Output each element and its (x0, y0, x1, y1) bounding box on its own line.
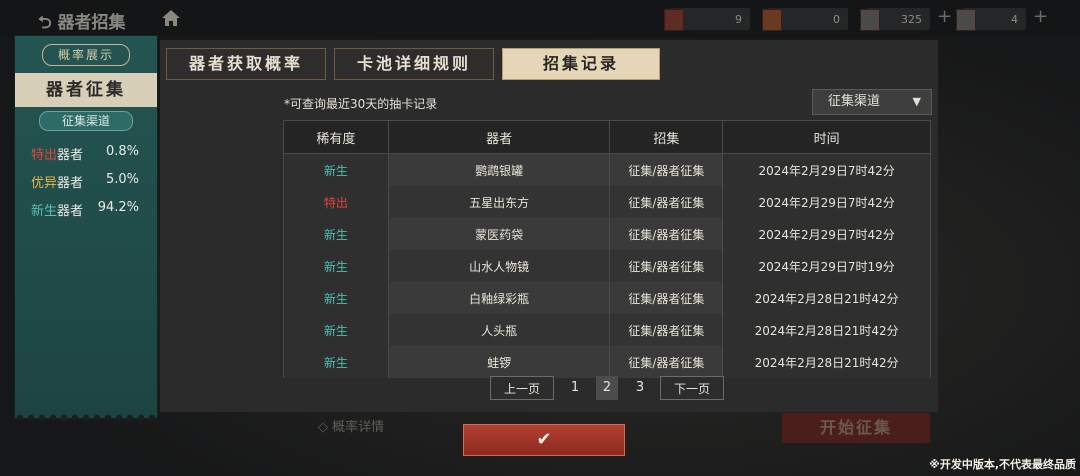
add-gem-button[interactable]: + (1033, 6, 1048, 27)
rate-percent: 5.0% (105, 172, 139, 187)
rate-row: 特出器者 0.8% (31, 144, 151, 164)
channel-select[interactable]: 征集渠道 ▼ (812, 89, 932, 115)
item-cell: 鹦鹉银罐 (387, 153, 611, 186)
table-row: 新生 人头瓶 征集/器者征集 2024年2月28日21时42分 (283, 314, 931, 346)
rarity-suffix: 器者 (57, 148, 84, 163)
back-arrow-icon: ⮌ (38, 13, 52, 33)
page-3-button[interactable]: 3 (629, 376, 651, 400)
rarity-label: 优异 (31, 176, 58, 191)
time-cell: 2024年2月29日7时42分 (722, 218, 931, 250)
rarity-suffix: 器者 (57, 176, 84, 191)
page-2-button[interactable]: 2 (596, 376, 618, 400)
resource-gem: 4 (956, 8, 1026, 31)
source-cell: 征集/器者征集 (609, 250, 724, 282)
ticket-edge (15, 414, 157, 422)
time-cell: 2024年2月28日21时42分 (722, 314, 931, 346)
table-row: 新生 蛙锣 征集/器者征集 2024年2月28日21时42分 (283, 346, 931, 378)
probability-tag: 概率展示 (42, 44, 130, 66)
rate-details-button[interactable]: ◇ 概率详情 (318, 416, 384, 435)
column-header-time: 时间 (722, 120, 931, 154)
checkmark-icon: ✔ (536, 429, 552, 450)
panel-title: 器者征集 (15, 73, 157, 107)
records-note: *可查询最近30天的抽卡记录 (284, 97, 438, 111)
prev-page-button[interactable]: 上一页 (490, 376, 554, 400)
column-header-item: 器者 (387, 120, 611, 154)
item-cell: 蒙医药袋 (387, 218, 611, 250)
wine-jar-icon (762, 9, 782, 31)
item-cell: 山水人物镜 (387, 250, 611, 282)
gem-icon (956, 9, 976, 31)
rate-percent: 94.2% (97, 200, 139, 215)
table-row: 新生 山水人物镜 征集/器者征集 2024年2月29日7时19分 (283, 250, 931, 282)
channel-badge: 征集渠道 (39, 111, 133, 131)
column-header-source: 招集 (609, 120, 724, 154)
top-bar: ⮌ 器者招集 9 0 325 + 4 + (0, 0, 1080, 38)
column-header-rarity: 稀有度 (283, 120, 389, 154)
rarity-cell: 特出 (283, 186, 389, 218)
table-row: 特出 五星出东方 征集/器者征集 2024年2月29日7时42分 (283, 186, 931, 218)
item-cell: 白釉绿彩瓶 (387, 282, 611, 314)
table-header-row: 稀有度 器者 招集 时间 (283, 120, 931, 154)
records-dialog: 器者获取概率 卡池详细规则 招集记录 *可查询最近30天的抽卡记录 征集渠道 ▼… (160, 40, 938, 412)
rarity-cell: 新生 (283, 282, 389, 314)
rarity-label: 新生 (31, 204, 58, 219)
chevron-down-icon: ▼ (912, 95, 921, 108)
time-cell: 2024年2月28日21时42分 (722, 346, 931, 378)
item-cell: 五星出东方 (387, 186, 611, 218)
records-table: 稀有度 器者 招集 时间 新生 鹦鹉银罐 征集/器者征集 2024年2月29日7时42… (283, 120, 931, 378)
rate-details-label: 概率详情 (332, 420, 385, 435)
source-cell: 征集/器者征集 (609, 346, 724, 378)
resource-ticket: 9 (664, 8, 750, 31)
time-cell: 2024年2月28日21时42分 (722, 282, 931, 314)
source-cell: 征集/器者征集 (609, 218, 724, 250)
source-cell: 征集/器者征集 (609, 314, 724, 346)
rarity-cell: 新生 (283, 250, 389, 282)
rarity-cell: 新生 (283, 153, 389, 186)
rarity-label: 特出 (31, 148, 58, 163)
source-cell: 征集/器者征集 (609, 186, 724, 218)
resource-coin: 325 (860, 8, 930, 31)
add-coin-button[interactable]: + (937, 6, 952, 27)
next-page-button[interactable]: 下一页 (660, 376, 724, 400)
tab-rules[interactable]: 卡池详细规则 (334, 48, 494, 80)
back-label: 器者招集 (57, 13, 126, 33)
disclaimer: ※开发中版本,不代表最终品质 (929, 458, 1076, 471)
table-row: 新生 白釉绿彩瓶 征集/器者征集 2024年2月28日21时42分 (283, 282, 931, 314)
probability-panel: 概率展示 器者征集 征集渠道 特出器者 0.8% 优异器者 5.0% 新生器者 … (14, 35, 158, 422)
item-cell: 蛙锣 (387, 346, 611, 378)
rate-row: 优异器者 5.0% (31, 172, 151, 192)
time-cell: 2024年2月29日7时42分 (722, 186, 931, 218)
tab-probability[interactable]: 器者获取概率 (166, 48, 326, 80)
rarity-cell: 新生 (283, 218, 389, 250)
time-cell: 2024年2月29日7时42分 (722, 153, 931, 186)
rarity-cell: 新生 (283, 346, 389, 378)
table-row: 新生 鹦鹉银罐 征集/器者征集 2024年2月29日7时42分 (283, 153, 931, 186)
channel-select-value: 征集渠道 (828, 94, 881, 109)
source-cell: 征集/器者征集 (609, 153, 724, 186)
rarity-suffix: 器者 (57, 204, 84, 219)
start-recruit-button[interactable]: 开始征集 (782, 413, 930, 443)
page-1-button[interactable]: 1 (564, 376, 586, 400)
table-row: 新生 蒙医药袋 征集/器者征集 2024年2月29日7时42分 (283, 218, 931, 250)
warning-icon: ◇ (318, 420, 328, 435)
confirm-button[interactable]: ✔ (463, 424, 625, 456)
resource-jar: 0 (762, 8, 848, 31)
coin-icon (860, 9, 880, 31)
rate-row: 新生器者 94.2% (31, 200, 151, 220)
time-cell: 2024年2月29日7时19分 (722, 250, 931, 282)
home-icon[interactable] (160, 8, 182, 28)
red-ticket-icon (664, 9, 684, 31)
rate-percent: 0.8% (105, 144, 139, 159)
tab-records[interactable]: 招集记录 (502, 48, 660, 80)
item-cell: 人头瓶 (387, 314, 611, 346)
source-cell: 征集/器者征集 (609, 282, 724, 314)
rarity-cell: 新生 (283, 314, 389, 346)
